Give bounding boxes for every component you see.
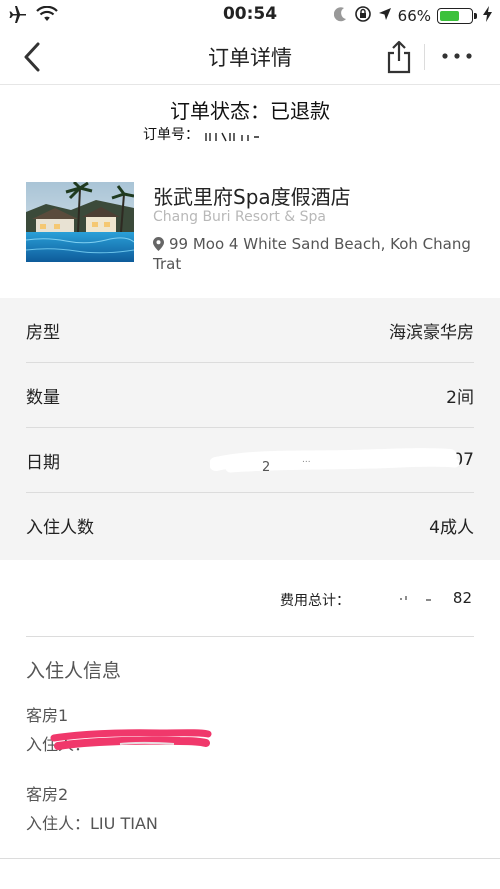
detail-value: 2间 [446,387,474,408]
location-arrow-icon [378,7,392,25]
room-2-label: 客房2 [26,785,69,804]
total-redaction [370,590,454,608]
detail-row-guest-count: 入住人数 4成人 [26,493,474,558]
hotel-photo[interactable] [26,182,134,262]
order-number-label: 订单号： [143,127,199,143]
total-label: 费用总计： [280,593,350,609]
charging-bolt-icon [483,6,492,26]
divider [26,636,474,637]
detail-label: 数量 [26,387,60,408]
orientation-lock-icon [354,5,372,27]
share-icon[interactable] [383,39,415,75]
detail-value: 4成人 [429,518,474,538]
nav-divider [424,44,425,70]
location-pin-icon [153,236,164,251]
hotel-address-text: 99 Moo 4 White Sand Beach, Koh Chang Tra… [153,235,471,273]
detail-label: 入住人数 [26,518,94,538]
detail-row-room-type: 房型 海滨豪华房 [26,298,474,363]
page-title: 订单详情 [208,46,292,70]
detail-label: 房型 [26,322,60,343]
nav-bar: 订单详情 [0,30,500,85]
detail-row-quantity: 数量 2间 [26,363,474,428]
bottom-divider [0,858,500,859]
status-right: 66% [333,5,492,27]
hotel-address[interactable]: 99 Moo 4 White Sand Beach, Koh Chang Tra… [153,234,483,274]
room-1-label: 客房1 [26,706,69,725]
order-status: 订单状态：已退款 [170,99,330,123]
battery-icon [437,8,477,24]
room-2-guest: 入住人：LIU TIAN [26,810,158,834]
status-bar: 00:54 66% [0,0,500,30]
battery-percent: 66% [397,7,431,25]
guest-name: LIU TIAN [90,814,158,833]
svg-text:...: ... [302,455,311,465]
detail-label: 日期 [26,452,60,473]
more-icon[interactable] [440,46,474,66]
guest-name-redaction [50,726,212,754]
booking-details: 房型 海滨豪华房 数量 2间 日期 /07 入住人数 4成人 [0,298,500,560]
battery-fill [440,11,459,21]
detail-value: 海滨豪华房 [389,322,474,343]
guest-label: 入住人： [26,814,91,833]
total-value: 82 [452,589,472,607]
order-number-redaction [204,128,260,142]
hotel-name[interactable]: 张武里府Spa度假酒店 [153,181,351,210]
svg-text:2: 2 [262,460,270,475]
moon-icon [333,6,348,26]
guest-info-title: 入住人信息 [26,660,122,682]
hotel-name-en: Chang Buri Resort & Spa [153,209,326,225]
date-redaction-brush: 2 ... [209,448,480,476]
